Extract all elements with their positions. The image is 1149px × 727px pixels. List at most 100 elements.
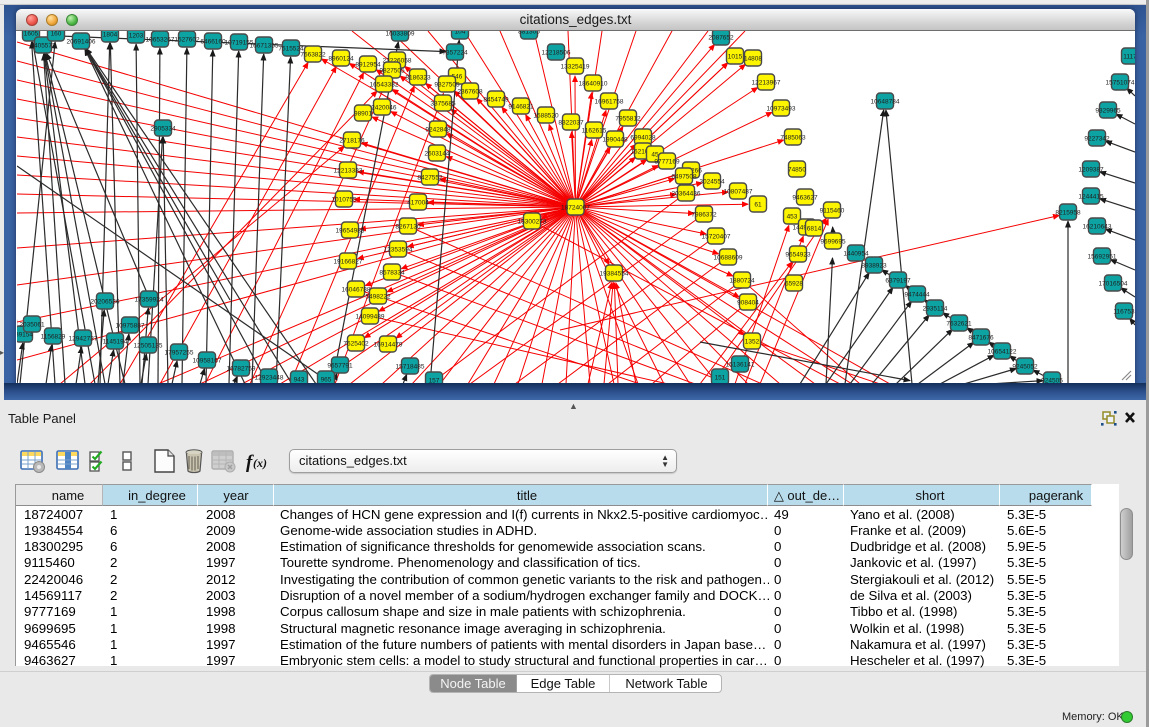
svg-text:9227342: 9227342 — [1084, 135, 1110, 142]
svg-text:9657791: 9657791 — [327, 362, 353, 369]
svg-text:12213967: 12213967 — [752, 79, 781, 86]
svg-text:5498222: 5498222 — [365, 293, 391, 300]
svg-text:16782759: 16782759 — [227, 365, 256, 372]
svg-text:1880724: 1880724 — [729, 277, 755, 284]
svg-text:1440954: 1440954 — [843, 250, 869, 257]
svg-text:8427552: 8427552 — [417, 174, 443, 181]
svg-text:6466160: 6466160 — [200, 38, 226, 45]
svg-text:98901: 98901 — [354, 110, 372, 117]
svg-text:7663822: 7663822 — [300, 51, 326, 58]
svg-text:16961758: 16961758 — [595, 98, 624, 105]
svg-text:10973493: 10973493 — [767, 105, 796, 112]
svg-text:12923448: 12923448 — [255, 374, 284, 381]
svg-text:20364436: 20364436 — [672, 190, 701, 197]
svg-text:15718485: 15718485 — [396, 363, 425, 370]
svg-text:8938923: 8938923 — [861, 262, 887, 269]
svg-text:8912954: 8912954 — [355, 61, 381, 68]
svg-text:8186323: 8186323 — [405, 74, 431, 81]
svg-text:8471676: 8471676 — [968, 334, 994, 341]
svg-text:7357224: 7357224 — [442, 49, 468, 56]
svg-text:15300273: 15300273 — [518, 218, 547, 225]
svg-text:1990448: 1990448 — [602, 136, 628, 143]
svg-text:14099489: 14099489 — [356, 313, 385, 320]
svg-text:6814: 6814 — [807, 225, 822, 232]
svg-text:1156829: 1156829 — [41, 333, 66, 340]
svg-text:1162615: 1162615 — [582, 127, 607, 134]
svg-text:15692951: 15692951 — [1088, 253, 1117, 260]
svg-text:16671355: 16671355 — [250, 42, 279, 49]
svg-text:1145194: 1145194 — [103, 338, 128, 345]
svg-text:9827505: 9827505 — [379, 67, 405, 74]
svg-text:2367608: 2367608 — [457, 88, 483, 95]
svg-text:1352: 1352 — [745, 338, 760, 345]
svg-text:16543382: 16543382 — [370, 81, 399, 88]
svg-text:1010755: 1010755 — [331, 196, 357, 203]
svg-text:7632621: 7632621 — [946, 320, 972, 327]
svg-text:19166827: 19166827 — [334, 258, 363, 265]
svg-text:74850: 74850 — [788, 166, 806, 173]
svg-text:2935114: 2935114 — [923, 305, 948, 312]
svg-text:16210643: 16210643 — [1083, 223, 1112, 230]
svg-text:17957255: 17957255 — [165, 349, 194, 356]
svg-text:1605: 1605 — [24, 31, 39, 37]
svg-text:1804: 1804 — [103, 31, 118, 38]
svg-text:16033809: 16033809 — [386, 31, 415, 37]
svg-text:1117: 1117 — [1123, 53, 1135, 60]
svg-text:12505135: 12505135 — [134, 342, 163, 349]
svg-text:6379197: 6379197 — [885, 277, 911, 284]
svg-text:453: 453 — [787, 213, 798, 220]
svg-text:9463627: 9463627 — [792, 194, 818, 201]
svg-text:9327505: 9327505 — [434, 81, 460, 88]
svg-text:9146821: 9146821 — [508, 103, 534, 110]
svg-text:20691406: 20691406 — [67, 38, 96, 45]
svg-text:12942737: 12942737 — [69, 335, 98, 342]
svg-text:14808: 14808 — [744, 55, 762, 62]
svg-text:10958167: 10958167 — [193, 357, 222, 364]
svg-text:6497508: 6497508 — [671, 173, 697, 180]
svg-text:8215958: 8215958 — [1055, 209, 1081, 216]
svg-text:1588520: 1588520 — [533, 112, 559, 119]
svg-text:10648784: 10648784 — [871, 98, 900, 105]
svg-text:3375685: 3375685 — [430, 100, 456, 107]
svg-text:1209387: 1209387 — [1078, 166, 1104, 173]
svg-text:7625402: 7625402 — [343, 340, 369, 347]
svg-text:116753: 116753 — [1113, 308, 1135, 315]
svg-text:2035061: 2035061 — [19, 321, 45, 328]
svg-text:(x): (x) — [253, 456, 267, 470]
svg-text:6994028: 6994028 — [630, 134, 656, 141]
svg-text:10688609: 10688609 — [714, 254, 743, 261]
svg-text:9245052: 9245052 — [1012, 363, 1038, 370]
svg-text:8578334: 8578334 — [379, 269, 405, 276]
svg-text:20206536: 20206536 — [91, 298, 120, 305]
svg-text:7955812: 7955812 — [615, 115, 641, 122]
svg-text:9474444: 9474444 — [904, 291, 930, 298]
svg-text:10653267: 10653267 — [146, 36, 175, 43]
svg-text:17359924: 17359924 — [135, 296, 164, 303]
svg-text:12213383: 12213383 — [334, 167, 363, 174]
svg-text:2405572: 2405572 — [30, 42, 56, 49]
svg-text:2603144: 2603144 — [424, 150, 450, 157]
svg-text:10807487: 10807487 — [724, 188, 753, 195]
svg-text:9242848: 9242848 — [425, 126, 451, 133]
svg-text:1015: 1015 — [728, 53, 743, 60]
svg-text:13325419: 13325419 — [561, 63, 590, 70]
svg-text:12353594: 12353594 — [384, 246, 413, 253]
svg-text:2905334: 2905334 — [150, 125, 176, 132]
svg-text:3024554: 3024554 — [699, 178, 725, 185]
svg-text:18724007: 18724007 — [561, 204, 590, 211]
svg-text:8322037: 8322037 — [558, 119, 584, 126]
svg-text:16046788: 16046788 — [342, 286, 371, 293]
svg-text:19384554: 19384554 — [600, 270, 629, 277]
svg-text:1527602: 1527602 — [174, 36, 200, 43]
svg-text:61: 61 — [754, 201, 762, 208]
svg-text:2087652: 2087652 — [708, 34, 734, 41]
svg-text:417004: 417004 — [407, 199, 429, 206]
svg-text:908404: 908404 — [737, 299, 759, 306]
svg-text:15751074: 15751074 — [1106, 79, 1135, 86]
svg-text:9329965: 9329965 — [1095, 107, 1121, 114]
svg-text:1244415: 1244415 — [1078, 193, 1104, 200]
svg-text:16914479: 16914479 — [374, 341, 403, 348]
svg-text:104: 104 — [455, 31, 466, 35]
svg-text:10654122: 10654122 — [988, 348, 1017, 355]
svg-text:8267130: 8267130 — [395, 223, 421, 230]
